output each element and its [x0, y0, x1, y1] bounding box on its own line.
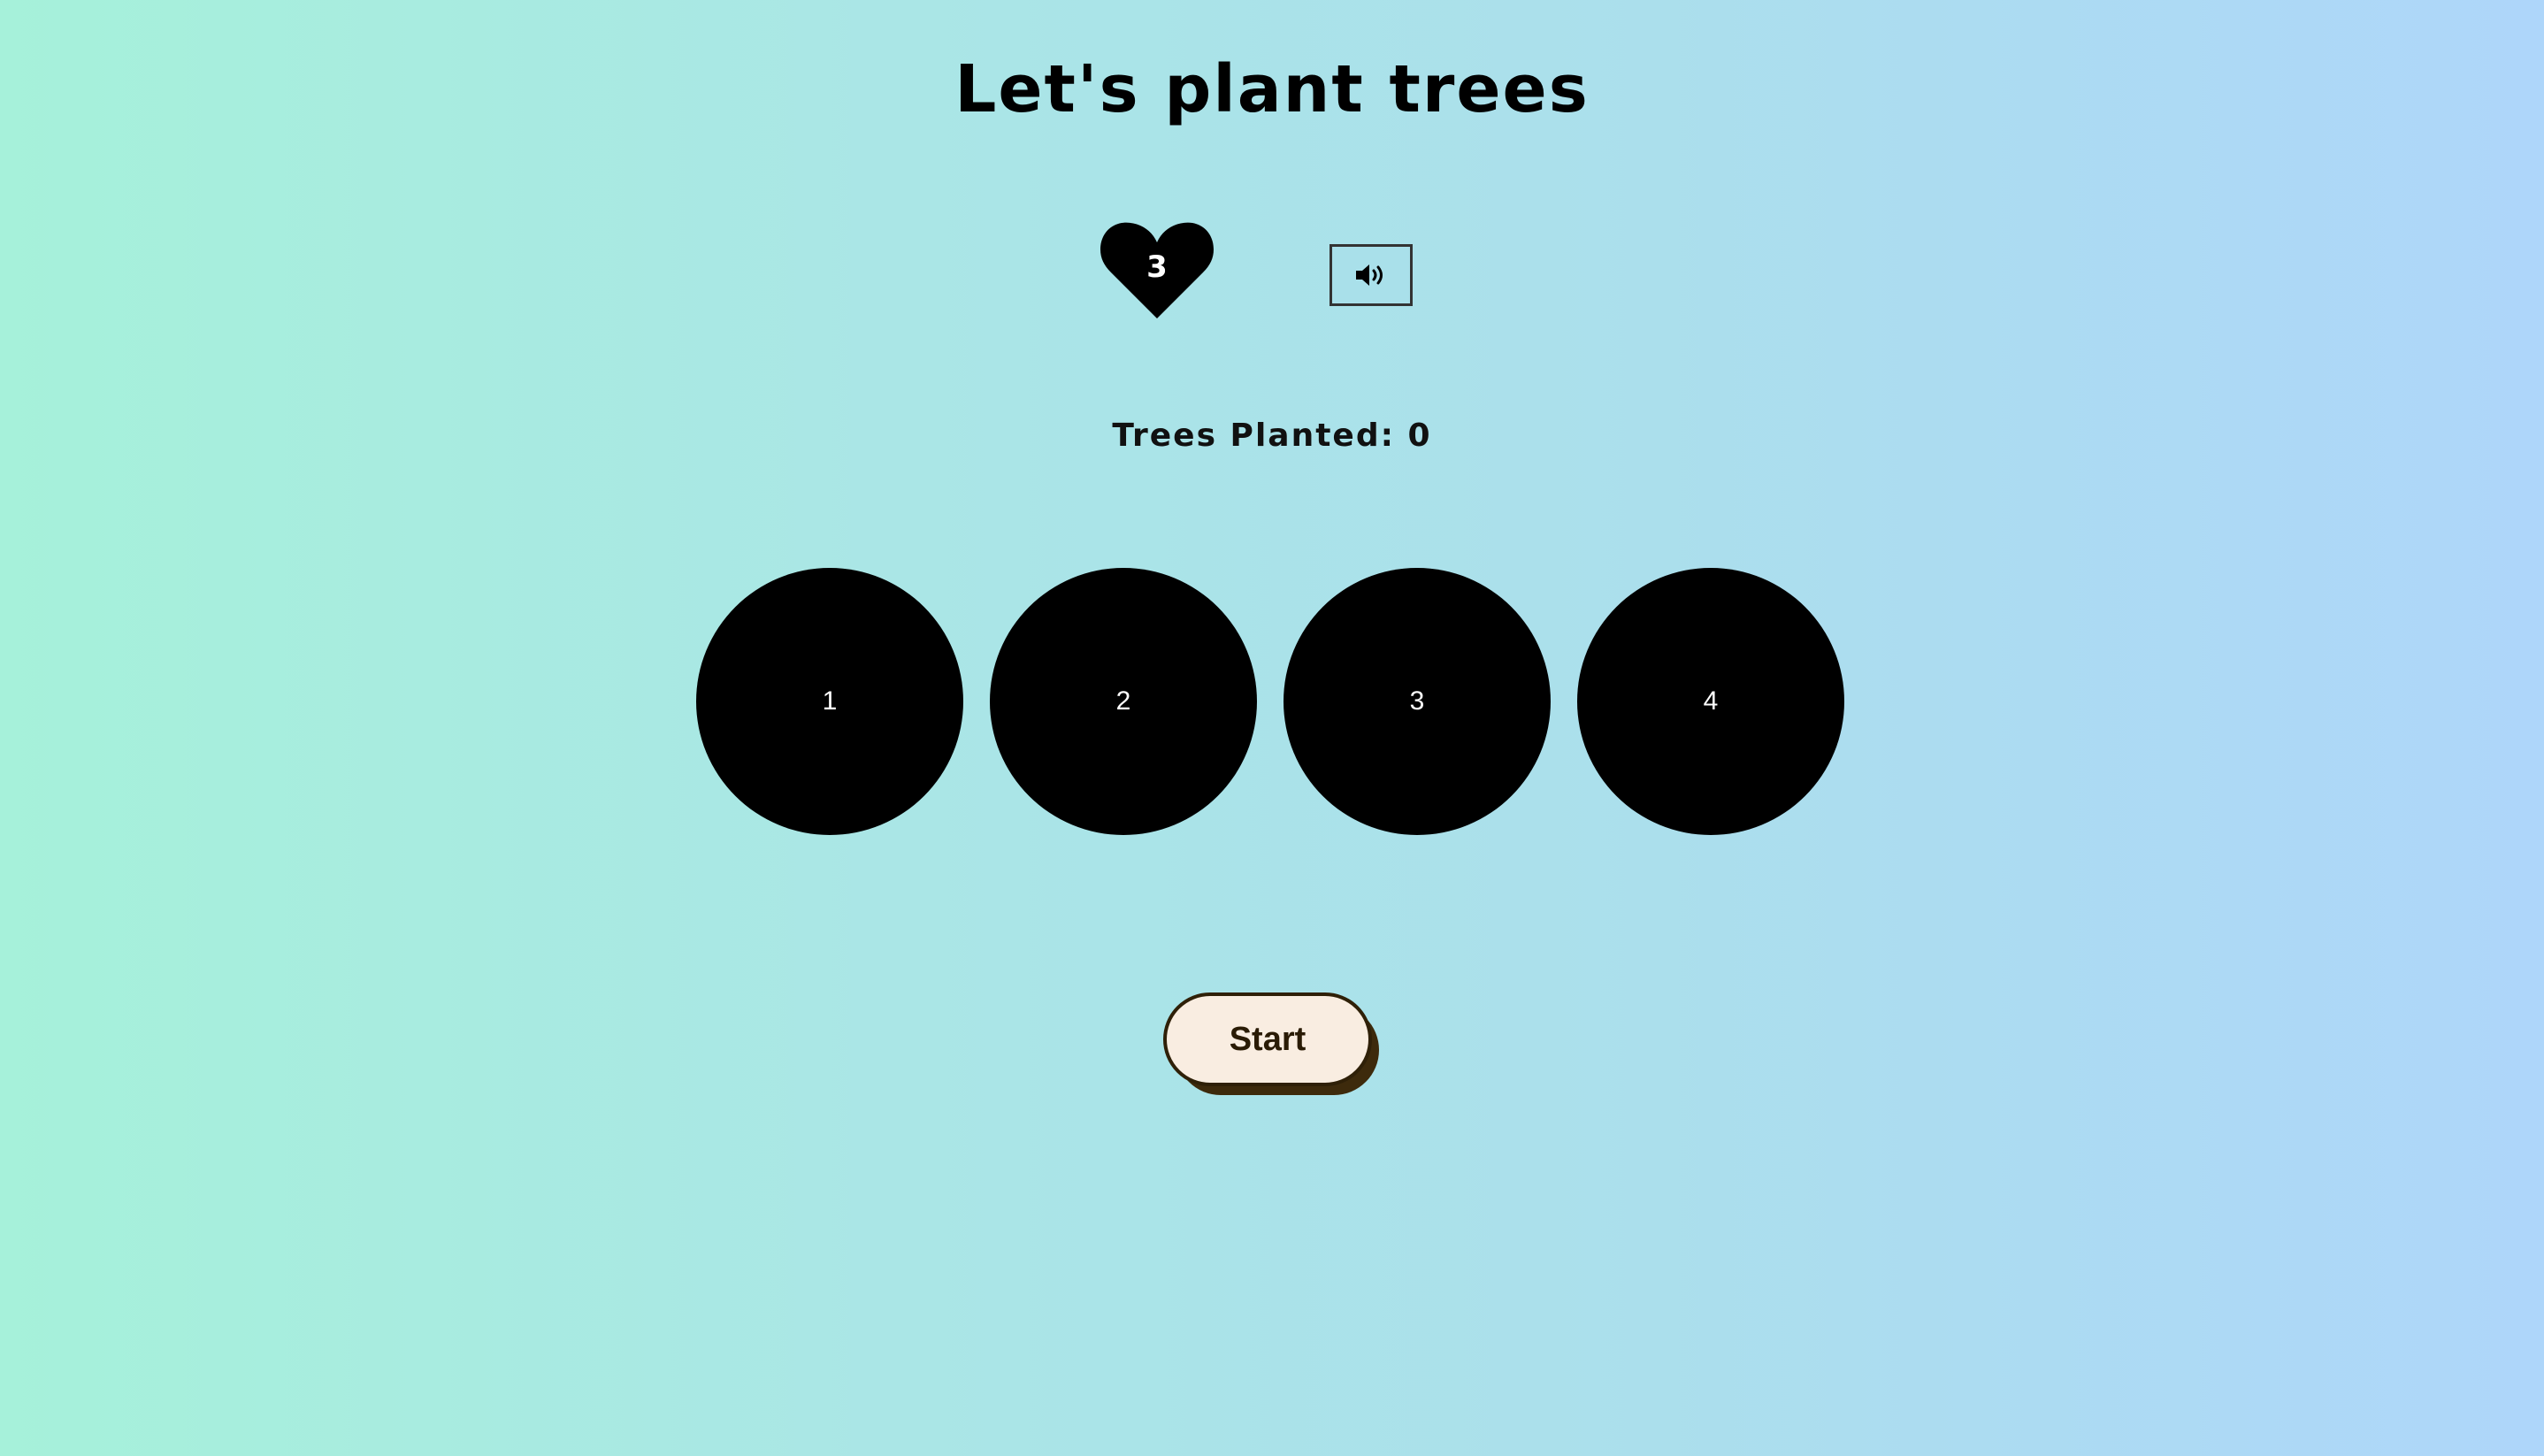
hole-label: 1 [822, 686, 838, 716]
hole-label: 4 [1703, 686, 1719, 716]
lives-count: 3 [1146, 249, 1168, 285]
start-button-wrapper: Start [1163, 992, 1383, 1099]
trees-planted-score: Trees Planted: 0 [1112, 418, 1432, 454]
page-title: Let's plant trees [954, 51, 1590, 127]
hole-label: 3 [1409, 686, 1425, 716]
lives-indicator: 3 [1100, 219, 1214, 322]
planting-hole-3[interactable]: 3 [1283, 568, 1551, 835]
speaker-volume-icon [1356, 264, 1383, 286]
hole-label: 2 [1115, 686, 1131, 716]
planting-hole-2[interactable]: 2 [990, 568, 1257, 835]
planting-hole-1[interactable]: 1 [696, 568, 963, 835]
planting-hole-4[interactable]: 4 [1577, 568, 1844, 835]
start-button[interactable]: Start [1163, 992, 1372, 1086]
sound-toggle-button[interactable] [1329, 244, 1413, 306]
